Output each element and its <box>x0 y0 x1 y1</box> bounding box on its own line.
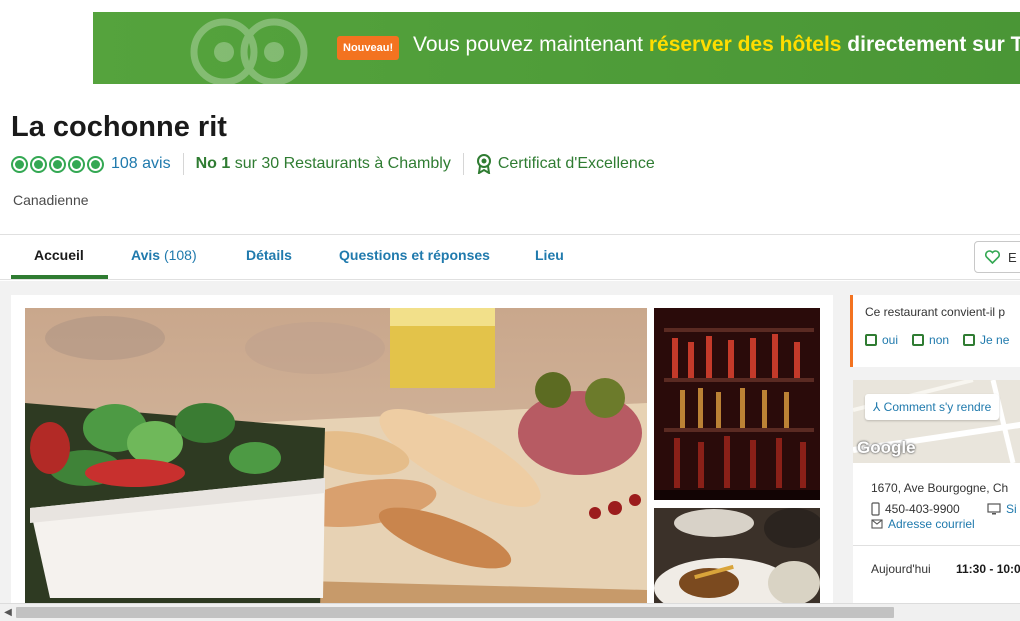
rating-bubbles[interactable] <box>11 155 104 173</box>
poll-options: oui non Je ne <box>865 333 1009 347</box>
address: 1670, Ave Bourgogne, Ch <box>871 481 1009 495</box>
hours-value: 11:30 - 10:0 <box>956 562 1020 576</box>
tab-label: Accueil <box>34 247 84 263</box>
tab-label: Détails <box>246 247 292 263</box>
tab-details[interactable]: Détails <box>246 247 292 263</box>
location-card: ⅄ Comment s'y rendre Google 1670, Ave Bo… <box>853 380 1020 620</box>
email-link[interactable]: Adresse courriel <box>871 517 975 531</box>
poll-option-oui[interactable]: oui <box>865 333 898 347</box>
divider <box>853 545 1020 546</box>
restaurant-name: La cochonne rit <box>11 111 227 143</box>
certificate-icon <box>476 154 491 174</box>
tabs-bar: Accueil Avis (108) Détails Questions et … <box>0 234 1020 280</box>
divider <box>462 153 464 175</box>
rating-row: 108 avis No 1 sur 30 Restaurants à Chamb… <box>11 153 655 175</box>
horizontal-scrollbar[interactable]: ◀ <box>0 603 1020 621</box>
rating-bubble-icon <box>68 155 85 173</box>
side-photo-dish[interactable] <box>654 508 820 608</box>
owl-logo-icon <box>190 18 308 84</box>
poll-option-label: non <box>929 333 950 347</box>
reviews-link[interactable]: 108 avis <box>111 155 171 173</box>
divider <box>182 153 184 175</box>
hours-label: Aujourd'hui <box>871 562 931 576</box>
phone-icon <box>871 502 880 516</box>
rating-bubble-icon <box>11 155 28 173</box>
checkbox-icon <box>912 334 925 346</box>
directions-icon: ⅄ <box>873 400 884 414</box>
phone-row[interactable]: 450-403-9900 <box>871 502 960 516</box>
monitor-icon <box>987 503 1001 515</box>
poll-option-unsure[interactable]: Je ne <box>963 333 1009 347</box>
banner-text-before: Vous pouvez maintenant <box>413 33 649 56</box>
tab-avis[interactable]: Avis (108) <box>131 247 197 263</box>
poll-question: Ce restaurant convient-il p <box>865 305 1006 319</box>
active-tab-indicator <box>11 275 108 279</box>
tab-questions[interactable]: Questions et réponses <box>339 247 490 263</box>
poll-box: Ce restaurant convient-il p oui non Je n… <box>850 295 1020 367</box>
scrollbar-thumb[interactable] <box>16 607 894 618</box>
poll-option-non[interactable]: non <box>912 333 949 347</box>
tab-label: Avis <box>131 247 161 263</box>
rating-bubble-icon <box>30 155 47 173</box>
email-label: Adresse courriel <box>888 517 975 531</box>
directions-label: Comment s'y rendre <box>883 400 992 414</box>
google-logo: Google <box>857 438 916 457</box>
rank-text: sur 30 Restaurants à Chambly <box>230 155 451 172</box>
side-photo-bar[interactable] <box>654 308 820 500</box>
checkbox-icon <box>963 334 976 346</box>
checkbox-icon <box>865 334 877 346</box>
scroll-left-arrow-icon[interactable]: ◀ <box>2 606 14 620</box>
heart-icon <box>985 250 1000 264</box>
rating-bubble-icon <box>87 155 104 173</box>
main-photo[interactable] <box>25 308 647 608</box>
tab-label: Lieu <box>535 247 564 263</box>
ranking-link[interactable]: No 1 sur 30 Restaurants à Chambly <box>196 155 451 173</box>
tab-accueil[interactable]: Accueil <box>34 247 84 263</box>
banner-text-highlight: réserver des hôtels <box>648 33 842 56</box>
website-label: Si <box>1006 502 1017 516</box>
save-button[interactable]: E <box>974 241 1020 273</box>
email-icon <box>871 519 883 529</box>
website-link[interactable]: Si <box>987 502 1017 516</box>
rank-number: No 1 <box>195 155 231 172</box>
banner-text: Vous pouvez maintenant réserver des hôte… <box>413 33 1020 57</box>
directions-button[interactable]: ⅄ Comment s'y rendre <box>865 394 1000 420</box>
poll-option-label: oui <box>882 333 899 347</box>
phone-number: 450-403-9900 <box>885 502 960 516</box>
promo-banner[interactable]: Nouveau! Vous pouvez maintenant réserver… <box>93 12 1020 84</box>
page: Nouveau! Vous pouvez maintenant réserver… <box>0 0 1020 621</box>
tab-lieu[interactable]: Lieu <box>535 247 564 263</box>
tab-count: (108) <box>160 247 197 263</box>
new-badge: Nouveau! <box>337 36 400 60</box>
map[interactable]: ⅄ Comment s'y rendre Google <box>853 380 1020 463</box>
certificate-link[interactable]: Certificat d'Excellence <box>498 155 655 173</box>
rating-bubble-icon <box>49 155 66 173</box>
save-label: E <box>1008 249 1017 265</box>
cuisine-tag[interactable]: Canadienne <box>13 192 89 208</box>
poll-option-label: Je ne <box>980 333 1010 347</box>
banner-text-after: directement sur Trip <box>847 33 1020 56</box>
tab-label: Questions et réponses <box>339 247 490 263</box>
